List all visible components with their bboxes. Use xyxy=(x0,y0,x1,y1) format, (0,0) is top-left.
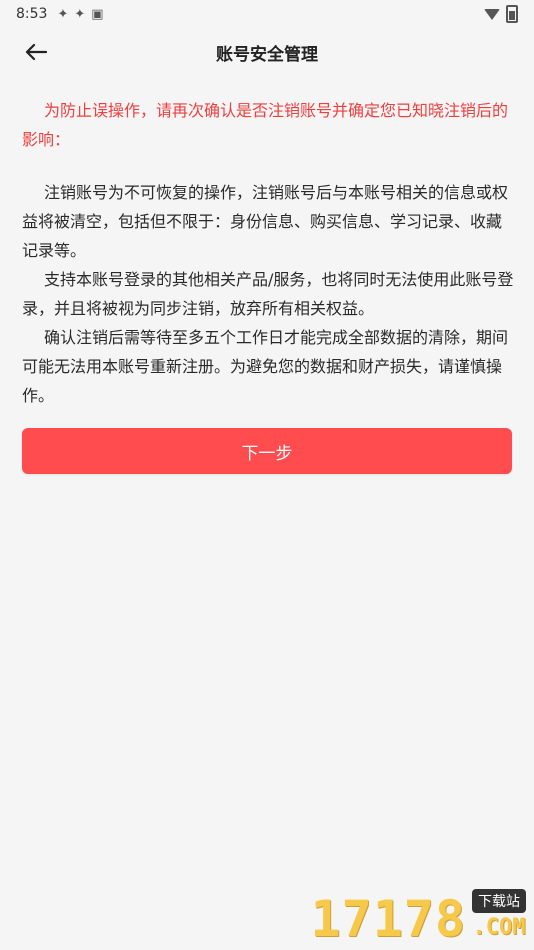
wifi-icon xyxy=(484,8,500,20)
gear-icon: ✦ xyxy=(57,6,69,22)
battery-icon xyxy=(506,5,518,23)
header: 账号安全管理 xyxy=(0,28,534,76)
watermark-logo: 17178 下载站 .COM xyxy=(310,889,526,944)
a-badge-icon: ▣ xyxy=(91,6,104,22)
gear-icon: ✦ xyxy=(74,6,86,22)
next-step-button[interactable]: 下一步 xyxy=(22,428,512,474)
arrow-left-icon xyxy=(25,43,47,61)
paragraph-3: 确认注销后需等待至多五个工作日才能完成全部数据的清除，期间可能无法用本账号重新注… xyxy=(22,328,509,405)
paragraph-1: 注销账号为不可恢复的操作，注销账号后与本账号相关的信息或权益将被清空，包括但不限… xyxy=(22,183,509,260)
warning-text: 为防止误操作，请再次确认是否注销账号并确定您已知晓注销后的影响： xyxy=(22,101,509,149)
page-title: 账号安全管理 xyxy=(216,44,318,65)
watermark-tag: 下载站 xyxy=(472,889,526,913)
watermark-digits: 17178 xyxy=(310,890,466,948)
description: 注销账号为不可恢复的操作，注销账号后与本账号相关的信息或权益将被清空，包括但不限… xyxy=(22,178,514,410)
status-right xyxy=(484,5,518,23)
status-bar: 8:53 ✦ ✦ ▣ xyxy=(0,0,534,28)
watermark-right: 下载站 .COM xyxy=(472,889,526,940)
paragraph-2: 支持本账号登录的其他相关产品/服务，也将同时无法使用此账号登录，并且将被视为同步… xyxy=(22,270,514,318)
back-button[interactable] xyxy=(18,34,54,70)
status-time: 8:53 xyxy=(16,6,48,22)
watermark-suffix: .COM xyxy=(472,915,526,940)
